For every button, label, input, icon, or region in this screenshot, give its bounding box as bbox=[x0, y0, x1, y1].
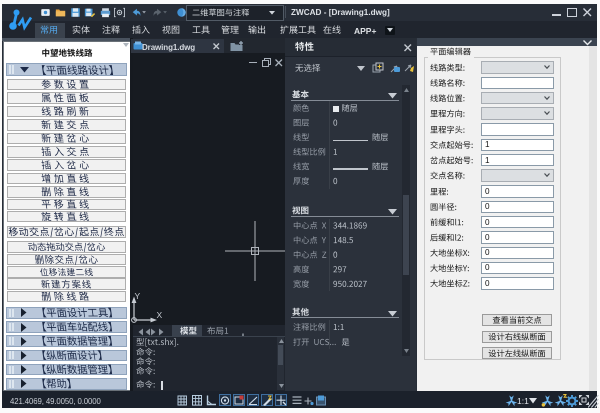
svg-text:Y: Y bbox=[135, 291, 141, 301]
svg-text:X: X bbox=[157, 310, 163, 320]
